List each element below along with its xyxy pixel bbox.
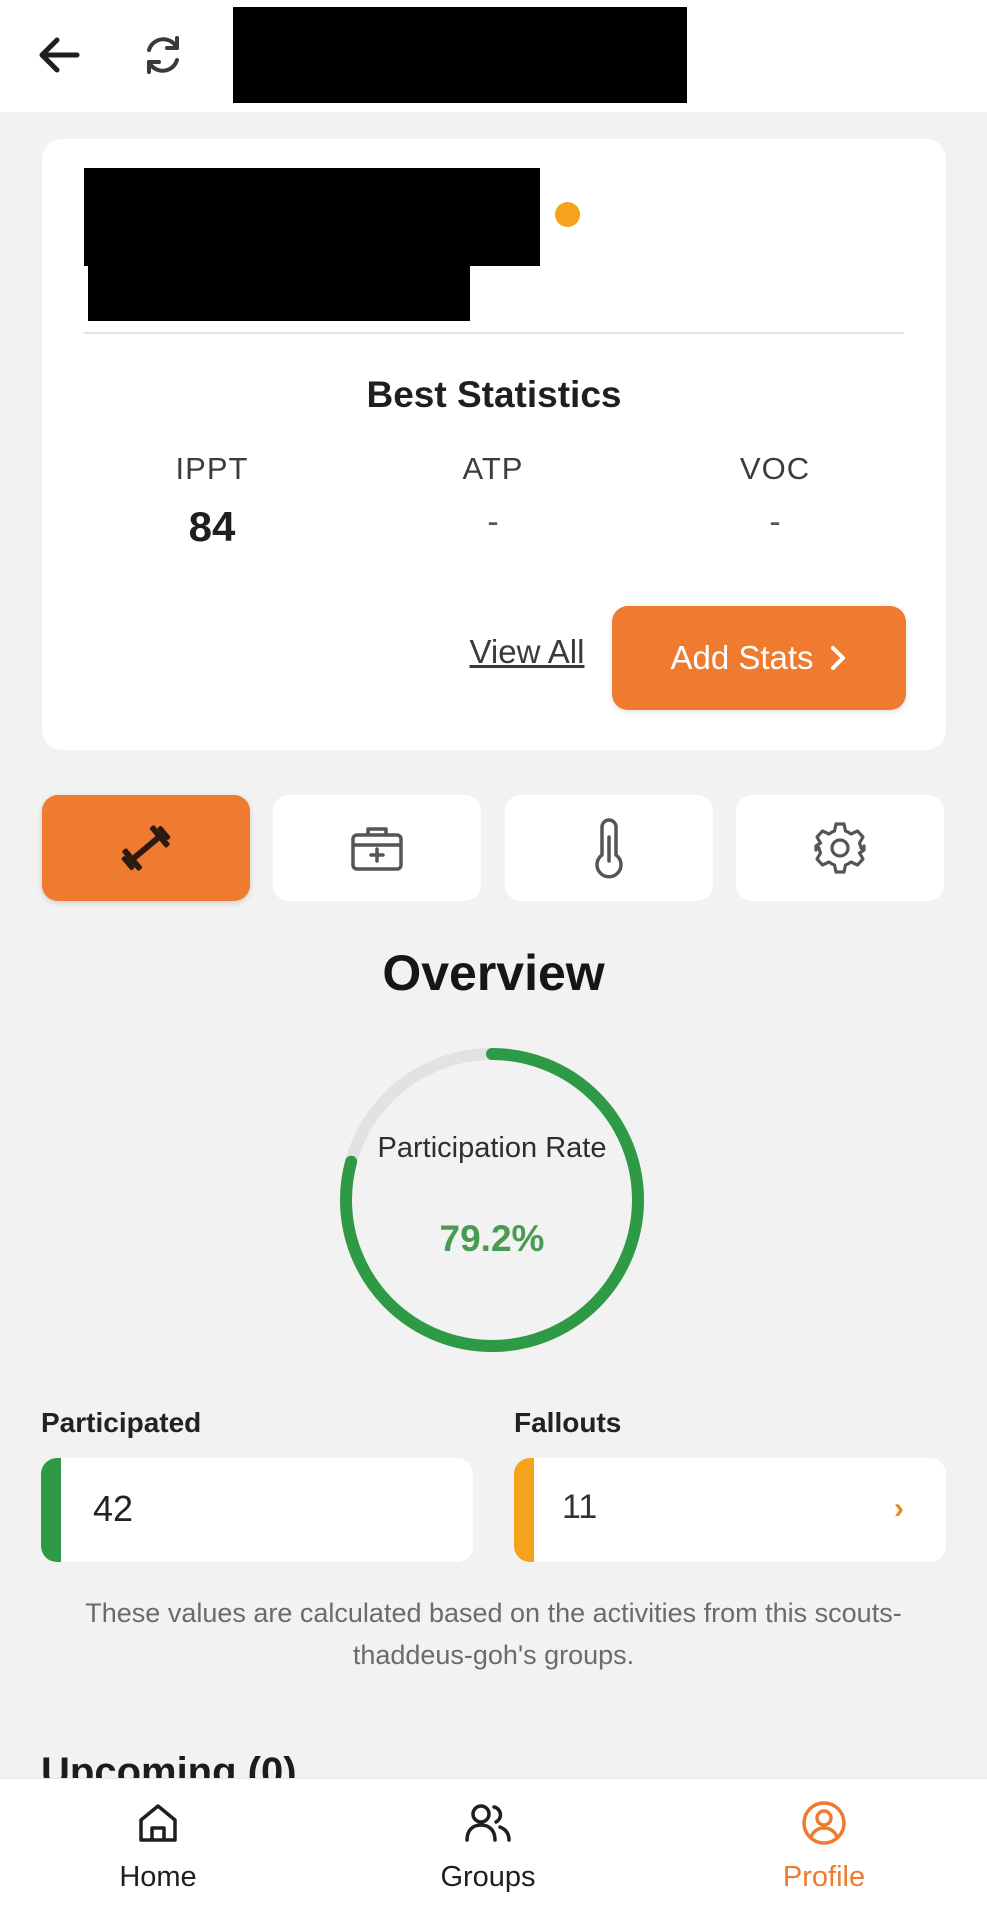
redacted-page-title	[233, 7, 687, 103]
dumbbell-icon	[121, 825, 171, 871]
overview-title: Overview	[382, 945, 605, 1001]
participation-ring	[340, 1048, 644, 1352]
tab-settings[interactable]	[736, 795, 944, 901]
fallouts-label: Fallouts	[514, 1407, 622, 1438]
stat-label: ATP	[462, 451, 524, 486]
calculation-note: These values are calculated based on the…	[85, 1598, 902, 1670]
stat-label: IPPT	[175, 451, 249, 486]
redacted-profile-name	[84, 168, 540, 266]
thermometer-icon	[595, 818, 623, 879]
fallouts-accent-bar	[514, 1458, 534, 1562]
chevron-right-icon	[830, 646, 845, 670]
chevron-right-icon: ›	[894, 1492, 904, 1525]
participated-card: 42	[41, 1458, 473, 1562]
participated-value: 42	[93, 1488, 134, 1529]
gear-icon	[814, 822, 866, 874]
top-bar	[0, 0, 987, 112]
participation-rate-label: Participation Rate	[377, 1132, 607, 1164]
add-stats-label: Add Stats	[670, 639, 814, 676]
status-dot	[555, 202, 580, 227]
stat-atp: ATP -	[373, 451, 613, 551]
fallouts-card[interactable]: 11 ›	[514, 1458, 946, 1562]
stat-ippt: IPPT 84	[92, 451, 332, 551]
nav-groups[interactable]: Groups	[388, 1795, 588, 1913]
tab-fitness[interactable]	[42, 795, 250, 901]
stat-value: -	[769, 503, 781, 541]
redacted-profile-subtitle	[88, 263, 470, 321]
best-statistics-title: Best Statistics	[366, 374, 622, 415]
stat-voc: VOC -	[655, 451, 895, 551]
profile-card: Best Statistics IPPT 84 ATP - VOC - View…	[42, 139, 946, 750]
home-icon	[58, 1795, 258, 1851]
stat-label: VOC	[739, 451, 811, 486]
fallouts-value: 11	[562, 1488, 598, 1526]
nav-groups-label: Groups	[440, 1861, 536, 1893]
groups-icon	[388, 1795, 588, 1851]
participation-rate-value: 79.2%	[439, 1218, 545, 1259]
arrow-left-icon	[39, 37, 80, 73]
stat-value: -	[487, 503, 499, 541]
medical-kit-icon	[351, 827, 403, 871]
nav-home[interactable]: Home	[58, 1795, 258, 1913]
tab-temperature[interactable]	[505, 795, 713, 901]
nav-profile[interactable]: Profile	[724, 1795, 924, 1913]
view-all-link[interactable]: View All	[437, 633, 617, 671]
back-button[interactable]	[24, 24, 94, 86]
profile-icon	[724, 1795, 924, 1851]
nav-profile-label: Profile	[782, 1861, 866, 1893]
participated-label: Participated	[41, 1407, 202, 1438]
add-stats-button[interactable]: Add Stats	[612, 606, 906, 710]
nav-home-label: Home	[119, 1861, 197, 1893]
participated-accent-bar	[41, 1458, 61, 1562]
refresh-icon	[147, 36, 179, 74]
bottom-navigation: Home Groups Profile	[0, 1778, 987, 1920]
stat-value: 84	[188, 503, 236, 550]
card-divider	[84, 332, 904, 334]
tab-medical[interactable]	[273, 795, 481, 901]
refresh-button[interactable]	[128, 24, 198, 86]
